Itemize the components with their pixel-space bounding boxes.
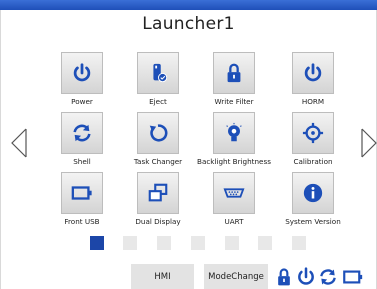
power-tile[interactable]: [61, 52, 103, 94]
page-dot[interactable]: [191, 236, 205, 250]
system-version-tile[interactable]: [292, 172, 334, 214]
backlight-brightness-tile[interactable]: [213, 112, 255, 154]
task-changer-tile[interactable]: [137, 112, 179, 154]
status-battery-icon[interactable]: [341, 267, 365, 287]
status-power-icon[interactable]: [296, 267, 316, 287]
status-lock-icon[interactable]: [274, 267, 294, 287]
page-dot[interactable]: [258, 236, 272, 250]
power-icon: [73, 63, 91, 82]
battery-icon: [343, 270, 363, 284]
rotate-icon: [149, 124, 168, 142]
dual-display-icon: [148, 183, 168, 202]
page-dot[interactable]: [157, 236, 171, 250]
lock-icon: [278, 268, 290, 286]
info-icon: [303, 183, 323, 203]
page-dot-active[interactable]: [90, 236, 104, 250]
page-dot[interactable]: [123, 236, 137, 250]
lightbulb-icon: [226, 122, 242, 142]
battery-icon: [71, 186, 92, 200]
horm-tile[interactable]: [292, 52, 334, 94]
refresh-icon: [320, 269, 336, 285]
power-icon: [304, 63, 322, 82]
write-filter-tile[interactable]: [213, 52, 255, 94]
eject-tile[interactable]: [137, 52, 179, 94]
backlight-brightness-label: Backlight Brightness: [197, 157, 271, 166]
launcher-window: Launcher1 Power Eject Write Filter HORM …: [0, 0, 377, 289]
shell-tile[interactable]: [61, 112, 103, 154]
page-dot[interactable]: [292, 236, 306, 250]
page-dot[interactable]: [225, 236, 239, 250]
hmi-button[interactable]: HMI: [131, 264, 194, 289]
mode-change-button[interactable]: ModeChange: [204, 264, 268, 289]
uart-tile[interactable]: [213, 172, 255, 214]
power-icon: [298, 267, 314, 285]
uart-label: UART: [224, 217, 244, 226]
front-usb-tile[interactable]: [61, 172, 103, 214]
lock-icon: [227, 63, 241, 83]
write-filter-label: Write Filter: [214, 97, 254, 106]
dual-display-tile[interactable]: [137, 172, 179, 214]
crosshair-icon: [302, 122, 324, 144]
usb-eject-icon: [153, 63, 168, 83]
calibration-tile[interactable]: [292, 112, 334, 154]
calibration-label: Calibration: [293, 157, 333, 166]
status-refresh-icon[interactable]: [318, 267, 338, 287]
serial-port-icon: [223, 188, 245, 198]
refresh-icon: [73, 124, 91, 142]
launcher-grid: Power Eject Write Filter HORM Shell Task…: [0, 0, 377, 289]
system-version-label: System Version: [285, 217, 341, 226]
horm-label: HORM: [301, 97, 325, 106]
